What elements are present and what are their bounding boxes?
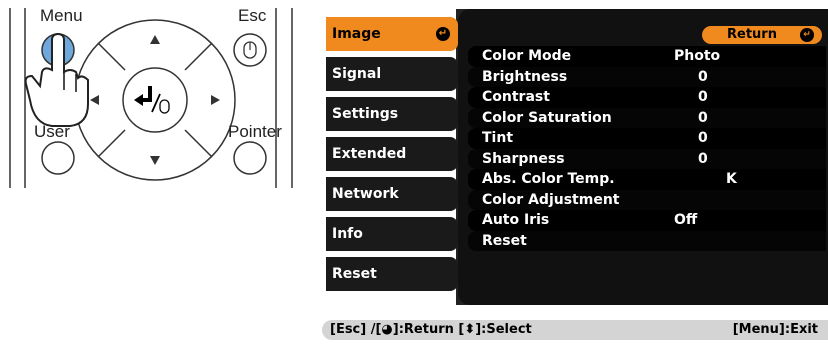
option-name: Sharpness: [482, 150, 565, 167]
sidebar-item-label: Network: [332, 186, 399, 202]
sidebar-item-image[interactable]: Image ↵: [326, 17, 458, 51]
option-value: K: [726, 171, 737, 187]
sidebar-item-signal[interactable]: Signal: [326, 57, 458, 91]
option-color-mode[interactable]: Color Mode Photo: [468, 46, 826, 67]
option-value: Photo: [674, 48, 721, 64]
option-name: Tint: [482, 130, 514, 146]
option-value: 0: [698, 130, 708, 146]
option-name: Contrast: [482, 89, 550, 105]
option-name: Color Adjustment: [482, 191, 620, 208]
option-name: Color Saturation: [482, 109, 612, 126]
pointer-label: Pointer: [228, 122, 282, 141]
option-value: Off: [674, 212, 698, 228]
option-name: Reset: [482, 232, 527, 249]
return-button[interactable]: Return ↵: [702, 26, 822, 44]
sidebar-item-extended[interactable]: Extended: [326, 137, 458, 171]
option-name: Brightness: [482, 68, 568, 85]
option-name: Abs. Color Temp.: [482, 171, 615, 187]
sidebar-item-label: Image: [332, 26, 381, 42]
option-value: 0: [698, 68, 708, 85]
menu-content: Return ↵ Color Mode Photo Brightness 0 C…: [458, 9, 828, 305]
sidebar-item-label: Reset: [332, 266, 377, 282]
option-value: 0: [698, 89, 708, 105]
menu-sidebar: Image ↵ Signal Settings Extended Network…: [324, 9, 458, 305]
option-auto-iris[interactable]: Auto Iris Off: [468, 210, 826, 231]
option-reset[interactable]: Reset: [468, 230, 826, 251]
esc-label: Esc: [238, 6, 267, 25]
return-label: Return: [727, 27, 777, 42]
option-contrast[interactable]: Contrast 0: [468, 87, 826, 108]
option-sharpness[interactable]: Sharpness 0: [468, 148, 826, 169]
option-color-adjustment[interactable]: Color Adjustment: [468, 189, 826, 210]
option-brightness[interactable]: Brightness 0: [468, 66, 826, 87]
enter-button[interactable]: [122, 67, 188, 133]
option-name: Color Mode: [482, 48, 572, 64]
hint-bar: [Esc] /[◕]:Return [⬍]:Select [Menu]:Exit: [322, 320, 828, 340]
option-value: 0: [698, 109, 708, 126]
remote-control-svg: [9, 8, 293, 188]
remote-control-diagram: Menu Esc User Pointer: [0, 0, 300, 200]
hand-pointer-icon: [24, 32, 89, 127]
option-tint[interactable]: Tint 0: [468, 128, 826, 149]
sidebar-item-info[interactable]: Info: [326, 217, 458, 251]
pointer-button[interactable]: [233, 141, 267, 175]
option-value: 0: [698, 150, 708, 167]
sidebar-item-label: Info: [332, 226, 363, 242]
hint-right: [Menu]:Exit: [732, 322, 818, 337]
sidebar-item-label: Settings: [332, 106, 399, 122]
menu-label: Menu: [40, 6, 83, 25]
sidebar-item-label: Extended: [332, 146, 407, 162]
option-name: Auto Iris: [482, 212, 550, 228]
sidebar-item-network[interactable]: Network: [326, 177, 458, 211]
sidebar-item-reset[interactable]: Reset: [326, 257, 458, 291]
sidebar-item-settings[interactable]: Settings: [326, 97, 458, 131]
projector-menu: Image ↵ Signal Settings Extended Network…: [324, 9, 828, 305]
enter-icon: ↵: [800, 28, 814, 42]
enter-icon: ↵: [436, 27, 450, 41]
option-color-saturation[interactable]: Color Saturation 0: [468, 107, 826, 128]
option-list: Color Mode Photo Brightness 0 Contrast 0…: [468, 46, 826, 251]
hint-left: [Esc] /[◕]:Return [⬍]:Select: [330, 322, 532, 337]
user-label: User: [34, 122, 70, 141]
option-abs-color-temp[interactable]: Abs. Color Temp. K: [468, 169, 826, 190]
sidebar-item-label: Signal: [332, 66, 382, 82]
user-button[interactable]: [41, 141, 75, 175]
